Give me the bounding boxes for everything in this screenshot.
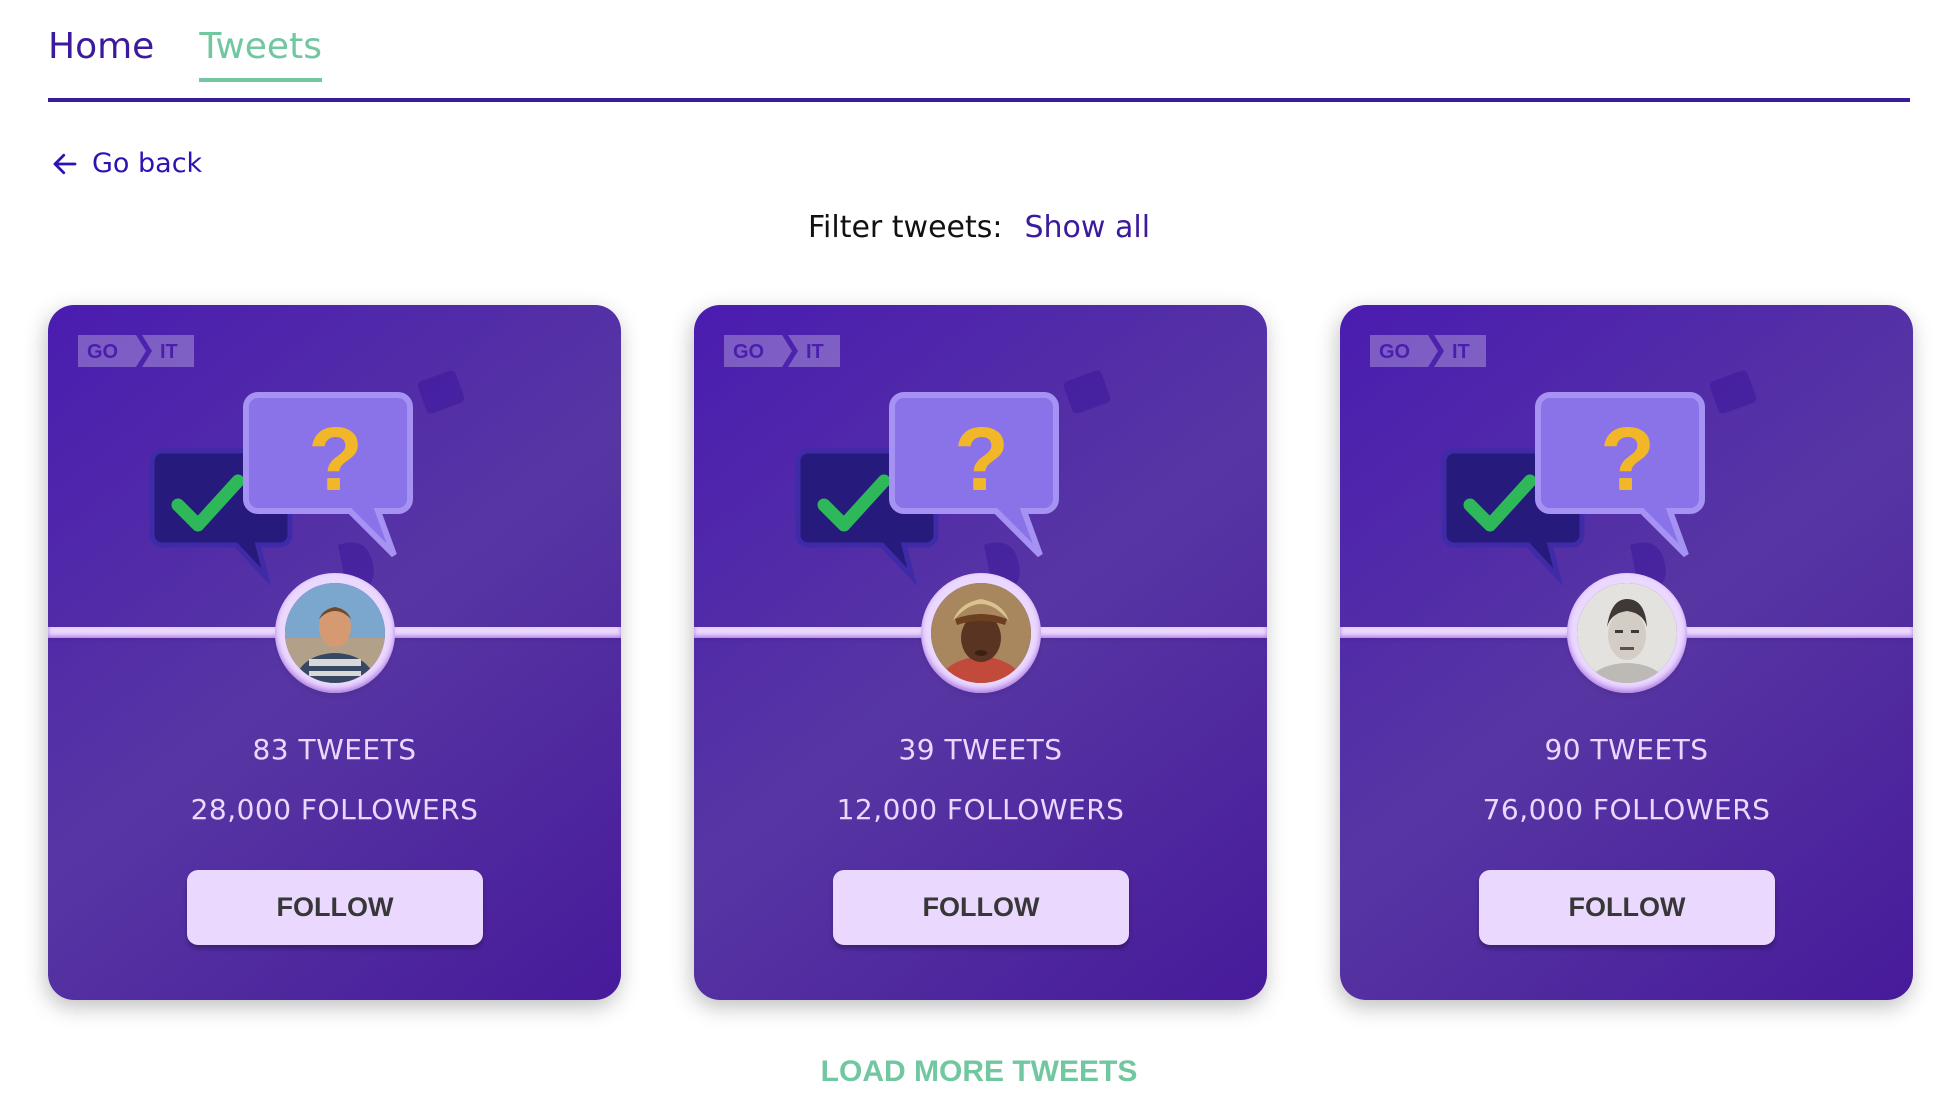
svg-text:?: ?: [954, 410, 1009, 510]
tweets-count: 83 TWEETS: [252, 733, 417, 766]
user-cards-list: GO IT ? 83 TWEETS 28,000 FOLLOWERS FOLLO…: [48, 305, 1913, 1000]
user-card: GO IT ?: [694, 305, 1267, 1000]
svg-text:GO: GO: [733, 341, 764, 363]
user-avatar: [285, 583, 385, 683]
user-avatar: [1577, 583, 1677, 683]
svg-text:?: ?: [1600, 410, 1655, 510]
go-back-label: Go back: [92, 148, 203, 179]
follow-button[interactable]: FOLLOW: [187, 870, 483, 945]
svg-text:GO: GO: [87, 341, 118, 363]
page: Home Tweets Go back Filter tweets: Show …: [0, 0, 1958, 1102]
nav-divider: [48, 98, 1910, 102]
followers-count: 76,000 FOLLOWERS: [1482, 793, 1771, 826]
tweets-count: 39 TWEETS: [898, 733, 1063, 766]
followers-count: 12,000 FOLLOWERS: [836, 793, 1125, 826]
user-card: GO IT ?: [1340, 305, 1913, 1000]
nav-home-link[interactable]: Home: [48, 22, 154, 82]
followers-count: 28,000 FOLLOWERS: [190, 793, 479, 826]
svg-text:GO: GO: [1379, 341, 1410, 363]
arrow-left-icon: [50, 149, 80, 179]
filter-label: Filter tweets:: [807, 210, 1003, 245]
svg-text:?: ?: [308, 410, 363, 510]
load-more-button[interactable]: LOAD MORE TWEETS: [0, 1055, 1958, 1089]
question-check-illustration: ?: [794, 355, 1174, 599]
question-check-illustration: ?: [1440, 355, 1820, 599]
user-card: GO IT ?: [48, 305, 621, 1000]
go-back-link[interactable]: Go back: [50, 148, 202, 179]
tweets-count: 90 TWEETS: [1544, 733, 1709, 766]
follow-button[interactable]: FOLLOW: [1479, 870, 1775, 945]
question-check-illustration: ?: [97, 355, 528, 599]
top-nav: Home Tweets: [48, 22, 322, 82]
filter-dropdown[interactable]: Show all: [1025, 210, 1151, 245]
filter-bar: Filter tweets: Show all: [0, 210, 1958, 245]
nav-tweets-link[interactable]: Tweets: [199, 22, 322, 82]
user-avatar: [931, 583, 1031, 683]
follow-button[interactable]: FOLLOW: [833, 870, 1129, 945]
